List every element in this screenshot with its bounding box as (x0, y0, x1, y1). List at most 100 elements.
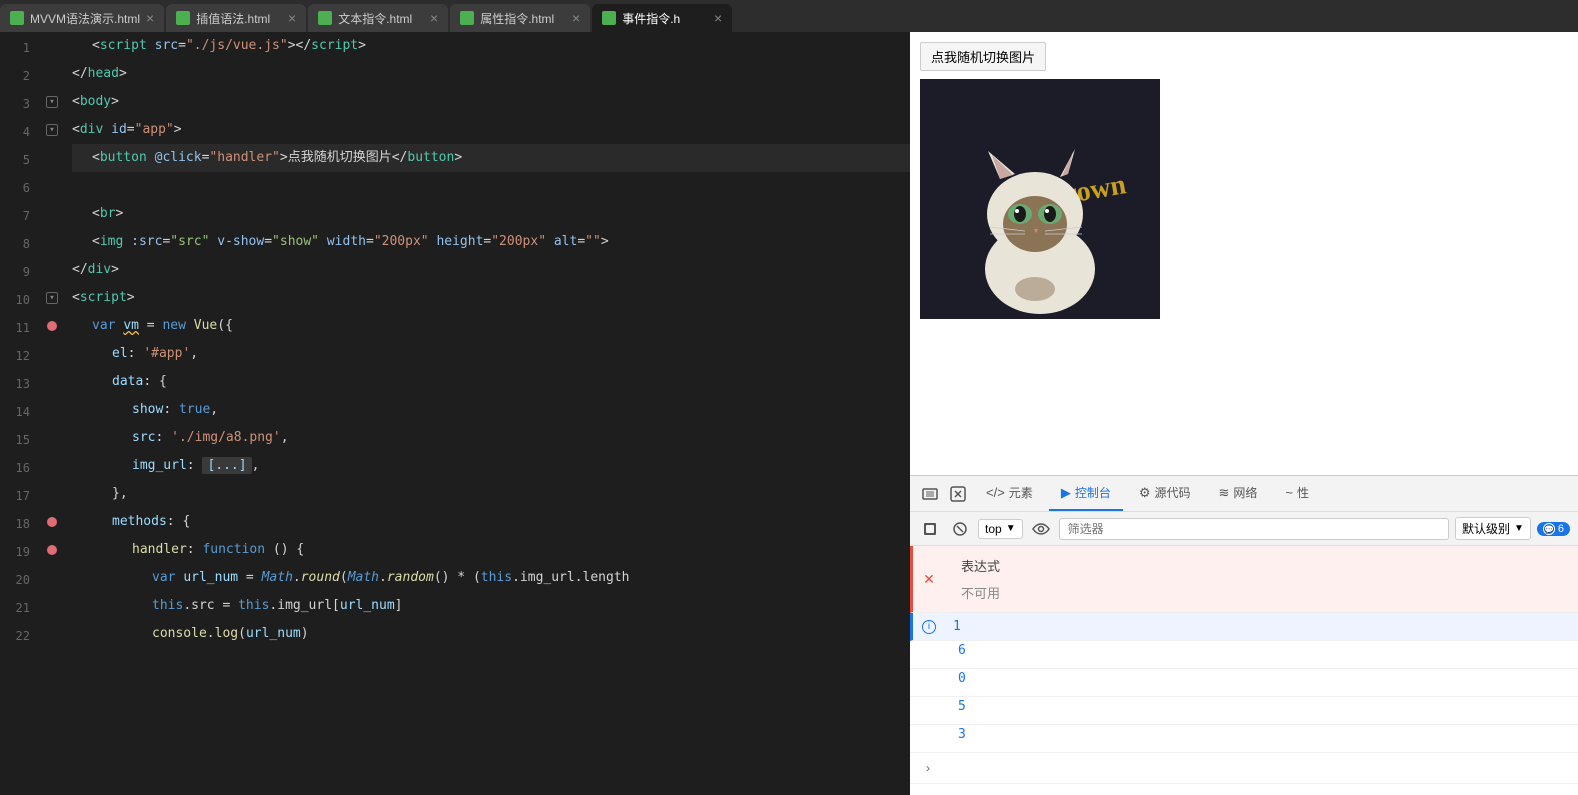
error-icon-col: ✕ (913, 546, 945, 612)
tab-label-text: 文本指令.html (338, 10, 412, 27)
ln-1: 1 (0, 34, 30, 62)
tab-close-interpolation[interactable]: × (288, 11, 296, 25)
breakpoint-18[interactable] (47, 517, 57, 527)
tab-icon-text (318, 11, 332, 25)
context-value: top (985, 522, 1002, 536)
code-line-9: </div> (72, 256, 910, 284)
ln-9: 9 (0, 258, 30, 286)
tab-sources[interactable]: ⚙ 源代码 (1127, 476, 1203, 511)
code-line-15: src: './img/a8.png', (72, 424, 910, 452)
eye-btn[interactable] (1029, 517, 1053, 541)
fold-icon-3[interactable]: ▾ (46, 96, 58, 108)
clear-btn[interactable] (948, 517, 972, 541)
breakpoint-11[interactable] (47, 321, 57, 331)
sources-icon: ⚙ (1139, 485, 1151, 501)
console-val-5[interactable]: 5 (942, 697, 982, 724)
tab-label-mvvm: MVVM语法演示.html (30, 10, 140, 27)
tab-bar: MVVM语法演示.html × 插值语法.html × 文本指令.html × … (0, 0, 1578, 32)
icon-col-0 (910, 669, 942, 696)
preview-button[interactable]: 点我随机切换图片 (920, 42, 1046, 71)
ln-13: 13 (0, 370, 30, 398)
tab-mvvm[interactable]: MVVM语法演示.html × (0, 4, 164, 32)
gutter-21 (40, 592, 64, 620)
breakpoint-19[interactable] (47, 545, 57, 555)
expand-btn[interactable]: i (922, 620, 936, 634)
console-val-0[interactable]: 0 (942, 669, 982, 696)
tab-icon-event (602, 11, 616, 25)
tab-elements[interactable]: </> 元素 (974, 476, 1045, 511)
block-btn[interactable] (918, 517, 942, 541)
ln-15: 15 (0, 426, 30, 454)
code-editor[interactable]: 1 2 3 4 5 6 7 8 9 10 11 12 13 14 15 16 1 (0, 32, 910, 795)
gutter-14 (40, 396, 64, 424)
ln-12: 12 (0, 342, 30, 370)
code-line-20: var url_num = Math.round(Math.random() *… (72, 564, 910, 592)
fold-icon-4[interactable]: ▾ (46, 124, 58, 136)
filter-input[interactable] (1059, 518, 1449, 540)
gutter-8 (40, 228, 64, 256)
main-area: 1 2 3 4 5 6 7 8 9 10 11 12 13 14 15 16 1 (0, 32, 1578, 795)
tab-close-mvvm[interactable]: × (146, 11, 154, 25)
device-toolbar-btn[interactable] (918, 482, 942, 506)
tab-console[interactable]: ▶ 控制台 (1049, 476, 1123, 511)
context-arrow: ▼ (1006, 523, 1016, 534)
fold-icon-10[interactable]: ▾ (46, 292, 58, 304)
code-line-3: <body> (72, 88, 910, 116)
browser-window: MVVM语法演示.html × 插值语法.html × 文本指令.html × … (0, 0, 1578, 795)
icon-col-6 (910, 641, 942, 668)
devtools-toolbar: top ▼ 默认级别 ▼ 💬 (910, 512, 1578, 546)
error-x-icon[interactable]: ✕ (923, 571, 935, 588)
tab-event[interactable]: 事件指令.h × (592, 4, 732, 32)
tab-console-label: 控制台 (1075, 484, 1111, 501)
code-line-2: </head> (72, 60, 910, 88)
tab-network[interactable]: ≋ 网络 (1207, 476, 1270, 511)
console-row-expand-bottom: › (910, 753, 1578, 784)
console-val-3[interactable]: 3 (942, 725, 982, 752)
triangle-icon[interactable]: › (918, 757, 938, 779)
code-line-7: <br> (72, 200, 910, 228)
right-panel: 点我随机切换图片 crown (910, 32, 1578, 795)
gutter-20 (40, 564, 64, 592)
tab-interpolation[interactable]: 插值语法.html × (166, 4, 306, 32)
elements-icon: </> (986, 485, 1005, 500)
gutter-22 (40, 620, 64, 648)
gutter-col: ▾ ▾ ▾ (40, 32, 64, 795)
console-row-3: 3 (910, 725, 1578, 753)
tab-text[interactable]: 文本指令.html × (308, 4, 448, 32)
gutter-6 (40, 172, 64, 200)
console-content: ✕ 表达式 不可用 i 1 (910, 546, 1578, 795)
code-line-11: var vm = new Vue({ (72, 312, 910, 340)
context-dropdown[interactable]: top ▼ (978, 519, 1023, 539)
ln-6: 6 (0, 174, 30, 202)
code-line-10: <script> (72, 284, 910, 312)
ln-22: 22 (0, 622, 30, 650)
ln-18: 18 (0, 510, 30, 538)
log-level-arrow: ▼ (1514, 523, 1524, 534)
icon-col-3 (910, 725, 942, 752)
code-lines-area: <script src="./js/vue.js"></script> </he… (64, 32, 910, 795)
tab-close-text[interactable]: × (430, 11, 438, 25)
ln-7: 7 (0, 202, 30, 230)
tab-label-attr: 属性指令.html (480, 10, 554, 27)
code-line-12: el: '#app', (72, 340, 910, 368)
tab-performance-label: 性 (1297, 484, 1309, 501)
log-level-dropdown[interactable]: 默认级别 ▼ (1455, 517, 1531, 540)
ln-14: 14 (0, 398, 30, 426)
expression-content: 表达式 不可用 (945, 546, 1578, 612)
tab-attr[interactable]: 属性指令.html × (450, 4, 590, 32)
gutter-9 (40, 256, 64, 284)
tab-performance[interactable]: ~ 性 (1273, 476, 1321, 511)
console-icon: ▶ (1061, 485, 1071, 501)
console-num-1: 1 (945, 613, 969, 640)
inspect-btn[interactable] (946, 482, 970, 506)
error-badge[interactable]: 💬 6 (1537, 522, 1570, 536)
tab-icon-mvvm (10, 11, 24, 25)
unavailable-text: 不可用 (945, 581, 1578, 608)
tab-close-event[interactable]: × (714, 11, 722, 25)
tab-close-attr[interactable]: × (572, 11, 580, 25)
gutter-12 (40, 340, 64, 368)
console-val-6[interactable]: 6 (942, 641, 982, 668)
ln-17: 17 (0, 482, 30, 510)
gutter-5 (40, 144, 64, 172)
expand-icon-col: i (913, 613, 945, 640)
